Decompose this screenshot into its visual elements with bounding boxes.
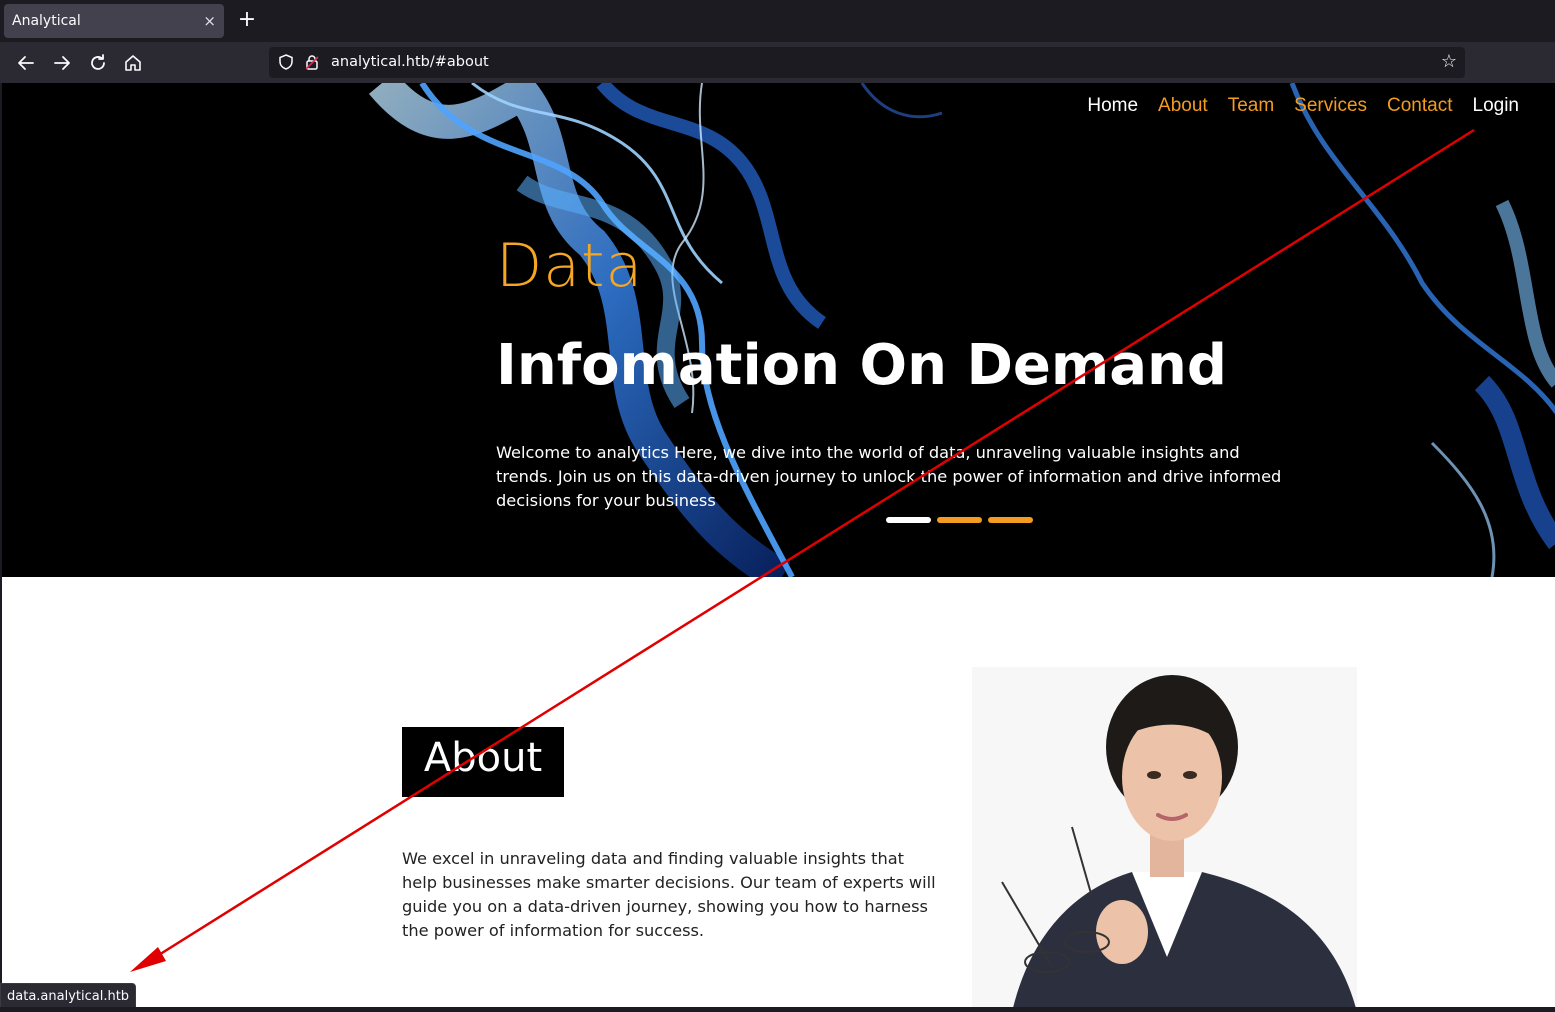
reload-button[interactable]	[85, 50, 111, 76]
browser-toolbar: analytical.htb/#about ☆	[0, 42, 1555, 83]
tab-strip: Analytical × +	[0, 0, 1555, 42]
browser-tab[interactable]: Analytical ×	[4, 4, 224, 38]
businesswoman-illustration	[972, 667, 1357, 1007]
back-arrow-icon	[18, 56, 34, 70]
window-bottom-edge	[0, 1007, 1555, 1012]
carousel-indicator[interactable]	[988, 517, 1033, 523]
nav-link-contact[interactable]: Contact	[1387, 95, 1452, 117]
hero-title: Infomation On Demand	[496, 333, 1228, 398]
nav-link-home[interactable]: Home	[1087, 95, 1138, 117]
url-text: analytical.htb/#about	[331, 54, 489, 70]
lock-insecure-icon[interactable]	[303, 53, 321, 71]
link-status-tooltip: data.analytical.htb	[0, 983, 137, 1009]
nav-link-services[interactable]: Services	[1294, 95, 1367, 117]
page-viewport: Home About Team Services Contact Login D…	[0, 83, 1555, 1007]
carousel-indicator-active[interactable]	[886, 517, 931, 523]
hero-description: Welcome to analytics Here, we dive into …	[496, 443, 1282, 510]
forward-arrow-icon	[54, 56, 70, 70]
address-bar[interactable]: analytical.htb/#about ☆	[269, 47, 1465, 78]
back-button[interactable]	[13, 50, 39, 76]
hero-banner: Home About Team Services Contact Login D…	[2, 83, 1555, 577]
bookmark-star-icon[interactable]: ☆	[1441, 50, 1457, 74]
carousel-indicator[interactable]	[937, 517, 982, 523]
about-heading: About	[423, 735, 543, 781]
site-navigation: Home About Team Services Contact Login	[1087, 95, 1519, 117]
nav-link-team[interactable]: Team	[1228, 95, 1274, 117]
forward-button[interactable]	[49, 50, 75, 76]
close-tab-icon[interactable]: ×	[203, 4, 216, 38]
home-icon	[125, 55, 141, 71]
tab-title: Analytical	[12, 13, 81, 29]
hero-kicker: Data	[496, 231, 644, 301]
nav-link-about[interactable]: About	[1158, 95, 1208, 117]
home-button[interactable]	[120, 50, 146, 76]
shield-icon[interactable]	[277, 53, 295, 71]
reload-icon	[91, 54, 105, 70]
nav-link-login[interactable]: Login	[1473, 95, 1520, 117]
about-description: We excel in unraveling data and finding …	[402, 849, 936, 940]
carousel-indicators	[886, 517, 1033, 523]
businesswoman-photo	[972, 667, 1357, 1007]
new-tab-button[interactable]: +	[236, 6, 258, 34]
about-heading-box: About	[402, 727, 564, 797]
